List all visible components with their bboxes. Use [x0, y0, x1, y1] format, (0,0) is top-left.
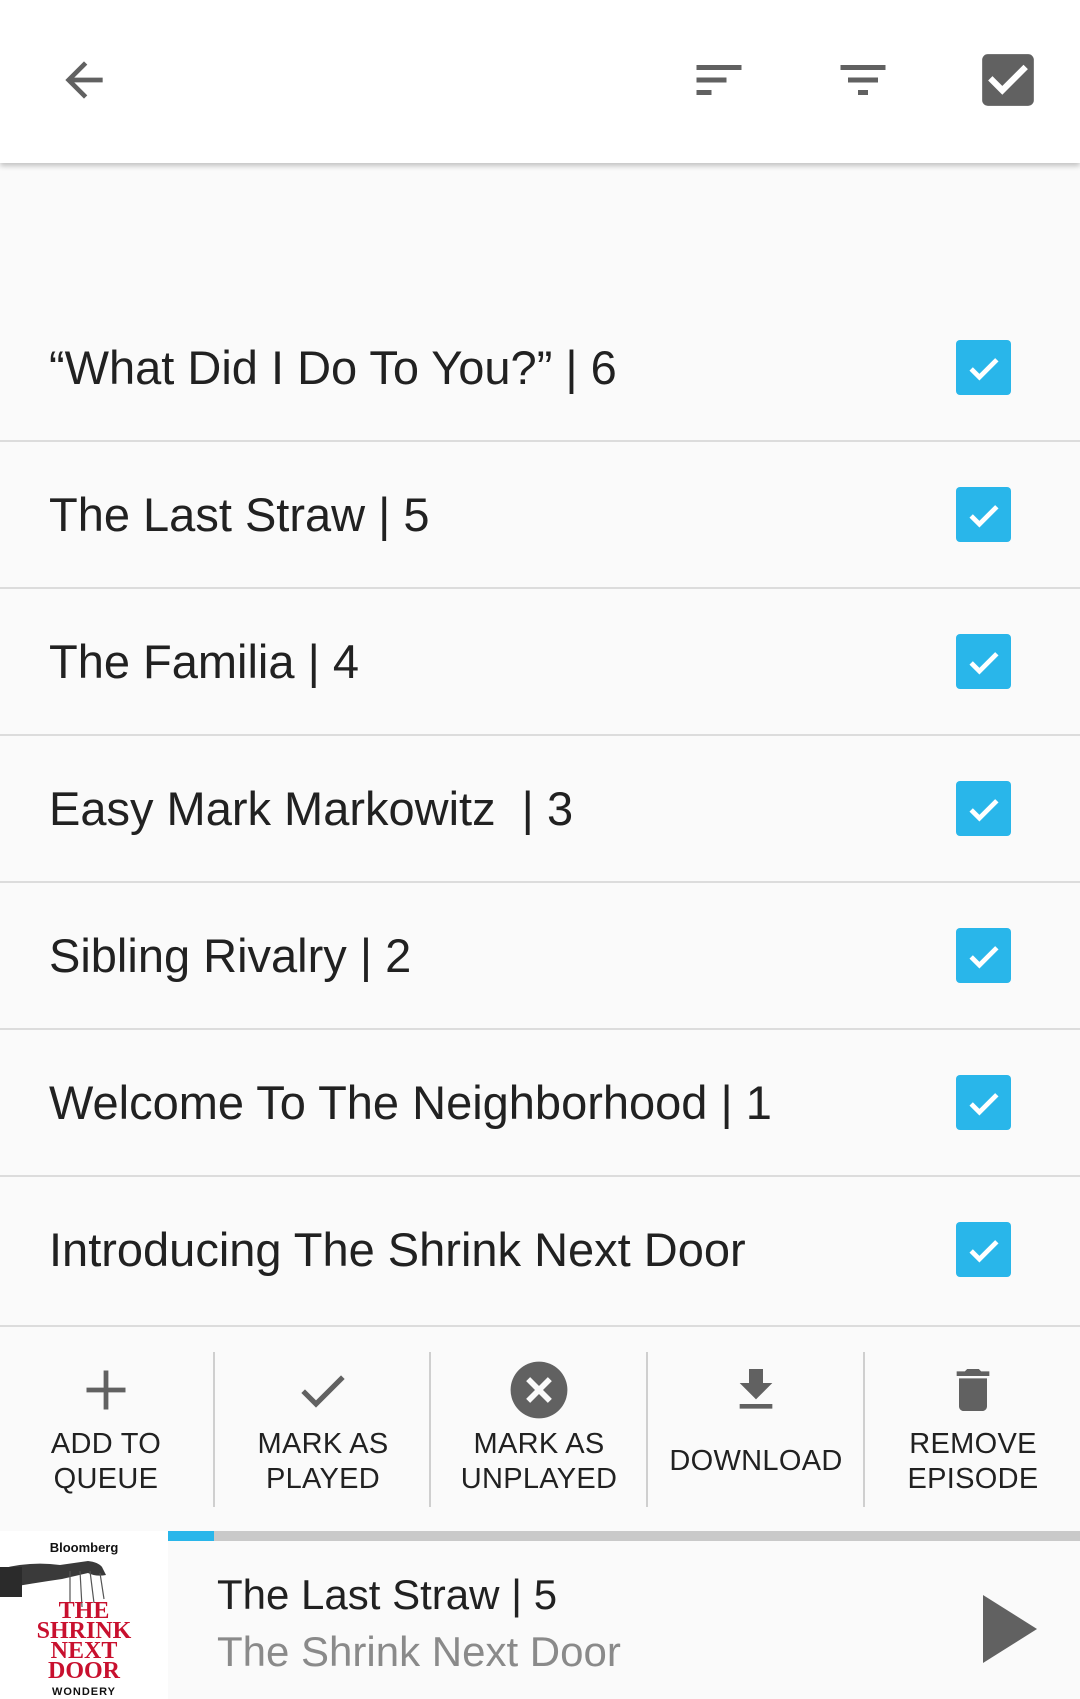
- list-item[interactable]: Sibling Rivalry | 2: [0, 881, 1080, 1028]
- episode-checkbox[interactable]: [956, 928, 1011, 983]
- episode-checkbox[interactable]: [956, 781, 1011, 836]
- close-circle-icon: [510, 1361, 568, 1418]
- episode-checkbox[interactable]: [956, 1075, 1011, 1130]
- download-button[interactable]: DOWNLOAD: [656, 1352, 856, 1512]
- list-item[interactable]: The Last Straw | 5: [0, 440, 1080, 587]
- svg-text:Bloomberg: Bloomberg: [50, 1540, 119, 1555]
- list-item[interactable]: “What Did I Do To You?” | 6: [0, 295, 1080, 440]
- check-icon: [968, 1092, 999, 1116]
- mark-played-label-2: PLAYED: [265, 1463, 381, 1495]
- playback-progress-fill: [168, 1531, 214, 1541]
- list-item[interactable]: Introducing The Shrink Next Door: [0, 1175, 1080, 1322]
- back-button[interactable]: [36, 32, 132, 128]
- add-to-queue-button[interactable]: ADD TO QUEUE: [6, 1352, 206, 1512]
- svg-text:WONDERY: WONDERY: [52, 1686, 116, 1698]
- action-bar: ADD TO QUEUE MARK AS PLAYED MARK AS UNPL…: [0, 1325, 1080, 1530]
- filter-button[interactable]: [815, 32, 911, 128]
- episode-title: The Last Straw | 5: [49, 488, 430, 541]
- add-to-queue-label-2: QUEUE: [53, 1463, 159, 1495]
- svg-text:DOOR: DOOR: [48, 1658, 121, 1684]
- podcast-artwork: Bloomberg THE SHRINK NEXT DOOR WONDERY: [0, 1531, 168, 1699]
- mark-played-button[interactable]: MARK AS PLAYED: [223, 1352, 423, 1512]
- check-icon: [968, 504, 999, 528]
- check-icon: [968, 945, 999, 969]
- episode-checkbox[interactable]: [956, 1222, 1011, 1277]
- episode-title: Sibling Rivalry | 2: [49, 929, 412, 982]
- plus-icon: [86, 1370, 126, 1409]
- download-label: DOWNLOAD: [669, 1445, 843, 1477]
- filter-icon: [840, 65, 886, 95]
- artwork-image: Bloomberg THE SHRINK NEXT DOOR WONDERY: [0, 1531, 168, 1699]
- episode-title: “What Did I Do To You?” | 6: [49, 341, 617, 394]
- mark-played-label-1: MARK AS: [257, 1428, 389, 1460]
- arrow-back-icon: [65, 61, 103, 99]
- now-playing-podcast: The Shrink Next Door: [217, 1628, 621, 1675]
- list-item[interactable]: Easy Mark Markowitz | 3: [0, 734, 1080, 881]
- play-button[interactable]: [975, 1589, 1045, 1669]
- mini-player[interactable]: Bloomberg THE SHRINK NEXT DOOR WONDERY T…: [0, 1531, 1080, 1699]
- remove-episode-button[interactable]: REMOVE EPISODE: [873, 1352, 1073, 1512]
- divider: [429, 1352, 431, 1507]
- episode-checkbox[interactable]: [956, 487, 1011, 542]
- check-icon: [968, 798, 999, 822]
- episode-title: Introducing The Shrink Next Door: [49, 1223, 746, 1276]
- episode-checkbox[interactable]: [956, 340, 1011, 395]
- mark-unplayed-label-1: MARK AS: [473, 1428, 605, 1460]
- divider: [213, 1352, 215, 1507]
- check-icon: [968, 357, 999, 381]
- episode-title: Welcome To The Neighborhood | 1: [49, 1076, 772, 1129]
- episode-title: Easy Mark Markowitz | 3: [49, 782, 574, 835]
- download-icon: [739, 1368, 773, 1409]
- playback-progress-bar[interactable]: [168, 1531, 1080, 1541]
- mark-unplayed-button[interactable]: MARK AS UNPLAYED: [439, 1352, 639, 1512]
- add-to-queue-label-1: ADD TO: [50, 1428, 162, 1460]
- check-icon: [968, 1239, 999, 1263]
- episode-checkbox[interactable]: [956, 634, 1011, 689]
- remove-episode-label-2: EPISODE: [907, 1463, 1039, 1495]
- episode-title: The Familia | 4: [49, 635, 359, 688]
- divider: [863, 1352, 865, 1507]
- list-item[interactable]: Welcome To The Neighborhood | 1: [0, 1028, 1080, 1175]
- play-icon: [983, 1595, 1037, 1663]
- sort-icon: [696, 65, 742, 95]
- now-playing-title: The Last Straw | 5: [217, 1571, 558, 1618]
- sort-button[interactable]: [671, 32, 767, 128]
- divider: [646, 1352, 648, 1507]
- trash-icon: [956, 1368, 990, 1411]
- check-icon: [301, 1374, 345, 1408]
- checkbox-checked-icon: [982, 54, 1034, 106]
- remove-episode-label-1: REMOVE: [909, 1428, 1037, 1460]
- select-all-button[interactable]: [960, 32, 1056, 128]
- mark-unplayed-label-2: UNPLAYED: [460, 1463, 618, 1495]
- episode-list: “What Did I Do To You?” | 6 The Last Str…: [0, 295, 1080, 1322]
- top-toolbar: [0, 0, 1080, 163]
- list-item[interactable]: The Familia | 4: [0, 587, 1080, 734]
- check-icon: [968, 651, 999, 675]
